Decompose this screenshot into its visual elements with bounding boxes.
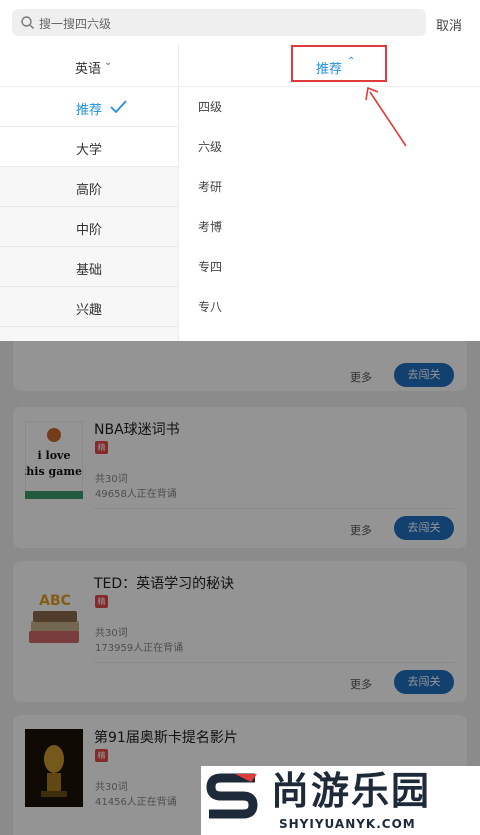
category-item-interest[interactable]: 兴趣	[0, 287, 178, 327]
category-column: 英语 ⌄ 推荐 大学 高阶 中阶 基础 兴趣	[0, 44, 178, 341]
search-bar: 搜一搜四六级 取消	[0, 0, 480, 44]
search-input[interactable]: 搜一搜四六级	[12, 9, 426, 36]
search-icon	[21, 16, 34, 29]
search-placeholder: 搜一搜四六级	[39, 17, 112, 31]
subcategory-item[interactable]: 考博	[198, 218, 222, 235]
category-item-recommended[interactable]: 推荐	[0, 87, 178, 127]
category-item-basic[interactable]: 基础	[0, 247, 178, 287]
subcategory-item[interactable]: 专四	[198, 258, 222, 275]
subcategory-item[interactable]: 四级	[198, 98, 222, 115]
modal-overlay[interactable]	[0, 341, 480, 835]
watermark-title: 尚游乐园	[271, 769, 432, 813]
category-item-university[interactable]: 大学	[0, 127, 178, 167]
subcategory-item[interactable]: 专八	[198, 298, 222, 315]
chevron-down-icon: ⌄	[104, 57, 113, 68]
subcategory-item[interactable]: 考研	[198, 178, 222, 195]
filter-sheet: 搜一搜四六级 取消 英语 ⌄ 推荐 大学 高阶 中阶 基础 兴趣 推荐 ⌃ 四级…	[0, 0, 480, 341]
category-label: 兴趣	[76, 303, 103, 318]
watermark-logo-icon	[206, 773, 258, 819]
cancel-button[interactable]: 取消	[436, 15, 462, 34]
category-label: 高阶	[76, 183, 103, 198]
language-selector[interactable]: 英语 ⌄	[0, 44, 178, 87]
language-label: 英语	[75, 62, 102, 77]
watermark: 尚游乐园 SHYIYUANYK.COM	[201, 766, 480, 835]
category-label: 基础	[76, 263, 103, 278]
category-label: 推荐	[76, 103, 103, 118]
watermark-url: SHYIYUANYK.COM	[279, 817, 416, 831]
subcategory-item[interactable]: 六级	[198, 138, 222, 155]
check-icon	[110, 100, 127, 114]
category-label: 中阶	[76, 223, 103, 238]
subcategory-column: 推荐 ⌃ 四级 六级 考研 考博 专四 专八	[178, 44, 480, 341]
category-item-advanced[interactable]: 高阶	[0, 167, 178, 207]
category-label: 大学	[76, 143, 103, 158]
subcategory-selector[interactable]: 推荐 ⌃	[179, 44, 480, 87]
highlight-box	[291, 45, 387, 82]
screen: 更多 去闯关 i love this game! NBA球迷词书 精 共30词 …	[0, 0, 480, 835]
category-item-intermediate[interactable]: 中阶	[0, 207, 178, 247]
annotation-arrow-icon	[365, 86, 407, 147]
